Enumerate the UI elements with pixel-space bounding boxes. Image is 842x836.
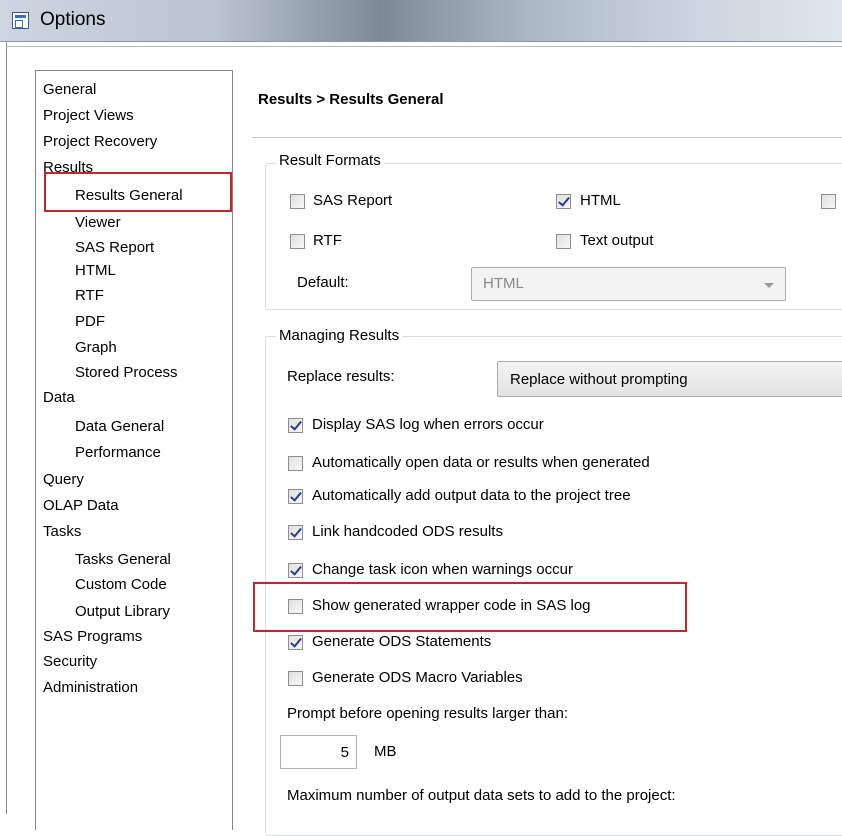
pdf-checkbox[interactable] xyxy=(821,194,836,209)
tree-item-security[interactable]: Security xyxy=(43,651,97,673)
window-title: Options xyxy=(40,9,106,30)
tree-item-data[interactable]: Data xyxy=(43,387,75,409)
tree-item-stored-process[interactable]: Stored Process xyxy=(75,362,178,384)
header-separator xyxy=(252,137,842,138)
tree-item-general[interactable]: General xyxy=(43,79,96,101)
tree-item-administration[interactable]: Administration xyxy=(43,677,138,699)
tree-item-custom-code[interactable]: Custom Code xyxy=(75,574,167,596)
option-label: Generate ODS Macro Variables xyxy=(312,669,523,686)
tree-item-tasks[interactable]: Tasks xyxy=(43,521,81,543)
html-checkbox[interactable] xyxy=(556,194,571,209)
default-format-value: HTML xyxy=(483,275,524,292)
window-frame-left xyxy=(6,42,7,814)
tree-item-results-general[interactable]: Results General xyxy=(75,185,183,207)
option-label: Display SAS log when errors occur xyxy=(312,416,544,433)
tree-item-project-views[interactable]: Project Views xyxy=(43,105,134,127)
replace-results-label: Replace results: xyxy=(287,368,395,385)
result-formats-title: Result Formats xyxy=(276,152,384,169)
title-bar: Options xyxy=(0,0,842,42)
option-checkbox[interactable] xyxy=(288,563,303,578)
tree-item-tasks-general[interactable]: Tasks General xyxy=(75,549,171,571)
tree-item-graph[interactable]: Graph xyxy=(75,337,117,359)
tree-item-sas-report[interactable]: SAS Report xyxy=(75,237,154,259)
window-frame-top xyxy=(6,46,842,47)
max-output-label: Maximum number of output data sets to ad… xyxy=(287,787,676,804)
option-label: Automatically open data or results when … xyxy=(312,454,650,471)
page-title: Results > Results General xyxy=(258,91,444,108)
option-checkbox[interactable] xyxy=(288,671,303,686)
option-checkbox[interactable] xyxy=(288,599,303,614)
tree-item-viewer[interactable]: Viewer xyxy=(75,212,121,234)
chevron-down-icon xyxy=(764,283,774,288)
option-checkbox[interactable] xyxy=(288,635,303,650)
option-label: Link handcoded ODS results xyxy=(312,523,503,540)
option-checkbox[interactable] xyxy=(288,456,303,471)
options-window-icon xyxy=(12,12,29,29)
default-format-dropdown[interactable]: HTML xyxy=(471,267,786,301)
rtf-label: RTF xyxy=(313,232,342,249)
tree-item-olap-data[interactable]: OLAP Data xyxy=(43,495,119,517)
text-output-checkbox[interactable] xyxy=(556,234,571,249)
managing-results-title: Managing Results xyxy=(276,327,403,344)
tree-item-project-recovery[interactable]: Project Recovery xyxy=(43,131,157,153)
sas-report-checkbox[interactable] xyxy=(290,194,305,209)
option-checkbox[interactable] xyxy=(288,418,303,433)
rtf-checkbox[interactable] xyxy=(290,234,305,249)
option-label: Change task icon when warnings occur xyxy=(312,561,573,578)
size-unit-label: MB xyxy=(374,743,397,760)
size-threshold-input[interactable]: 5 xyxy=(280,735,357,769)
tree-item-performance[interactable]: Performance xyxy=(75,442,161,464)
prompt-size-label: Prompt before opening results larger tha… xyxy=(287,705,568,722)
tree-item-pdf[interactable]: PDF xyxy=(75,311,105,333)
option-checkbox[interactable] xyxy=(288,489,303,504)
default-format-label: Default: xyxy=(297,274,349,291)
size-threshold-value: 5 xyxy=(340,744,349,761)
tree-item-sas-programs[interactable]: SAS Programs xyxy=(43,626,142,648)
replace-results-dropdown[interactable]: Replace without prompting xyxy=(497,361,842,397)
tree-item-data-general[interactable]: Data General xyxy=(75,416,164,438)
tree-item-query[interactable]: Query xyxy=(43,469,84,491)
tree-item-output-library[interactable]: Output Library xyxy=(75,601,170,623)
html-label: HTML xyxy=(580,192,621,209)
option-label: Show generated wrapper code in SAS log xyxy=(312,597,591,614)
tree-item-rtf[interactable]: RTF xyxy=(75,285,104,307)
sas-report-label: SAS Report xyxy=(313,192,393,209)
option-label: Generate ODS Statements xyxy=(312,633,492,650)
option-label: Automatically add output data to the pro… xyxy=(312,487,631,504)
tree-item-html[interactable]: HTML xyxy=(75,260,116,282)
replace-results-value: Replace without prompting xyxy=(510,371,688,388)
tree-item-results[interactable]: Results xyxy=(43,157,93,179)
options-tree: General Project Views Project Recovery R… xyxy=(35,70,233,830)
text-output-label: Text output xyxy=(580,232,654,249)
option-checkbox[interactable] xyxy=(288,525,303,540)
